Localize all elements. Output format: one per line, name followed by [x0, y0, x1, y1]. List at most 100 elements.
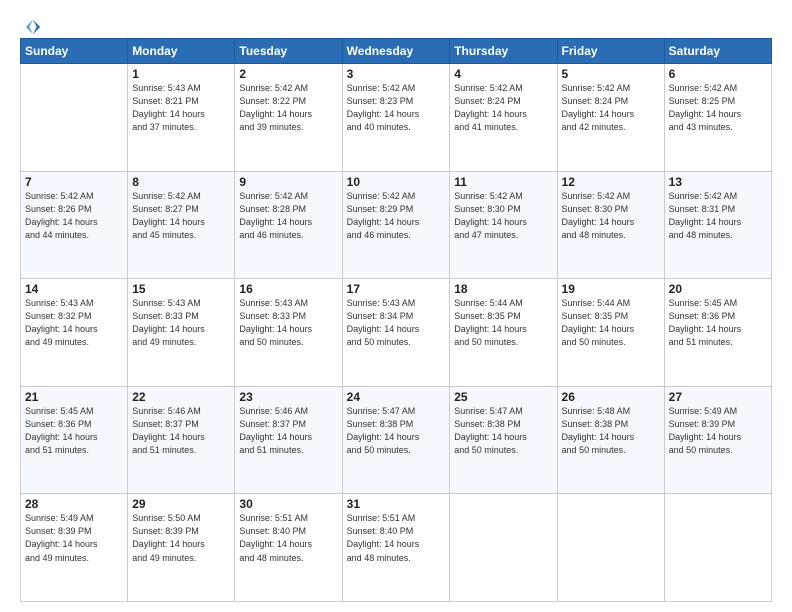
- day-number: 13: [669, 175, 767, 189]
- calendar-cell: 14Sunrise: 5:43 AM Sunset: 8:32 PM Dayli…: [21, 279, 128, 387]
- day-number: 26: [562, 390, 660, 404]
- day-info: Sunrise: 5:44 AM Sunset: 8:35 PM Dayligh…: [454, 297, 552, 349]
- day-info: Sunrise: 5:47 AM Sunset: 8:38 PM Dayligh…: [347, 405, 446, 457]
- day-info: Sunrise: 5:43 AM Sunset: 8:33 PM Dayligh…: [132, 297, 230, 349]
- day-number: 16: [239, 282, 337, 296]
- day-number: 5: [562, 67, 660, 81]
- day-info: Sunrise: 5:43 AM Sunset: 8:32 PM Dayligh…: [25, 297, 123, 349]
- day-info: Sunrise: 5:42 AM Sunset: 8:29 PM Dayligh…: [347, 190, 446, 242]
- day-info: Sunrise: 5:42 AM Sunset: 8:30 PM Dayligh…: [562, 190, 660, 242]
- day-info: Sunrise: 5:43 AM Sunset: 8:33 PM Dayligh…: [239, 297, 337, 349]
- day-info: Sunrise: 5:45 AM Sunset: 8:36 PM Dayligh…: [25, 405, 123, 457]
- header: [20, 18, 772, 32]
- calendar-cell: 4Sunrise: 5:42 AM Sunset: 8:24 PM Daylig…: [450, 64, 557, 172]
- day-number: 18: [454, 282, 552, 296]
- day-info: Sunrise: 5:46 AM Sunset: 8:37 PM Dayligh…: [132, 405, 230, 457]
- calendar-cell: 20Sunrise: 5:45 AM Sunset: 8:36 PM Dayli…: [664, 279, 771, 387]
- calendar-cell: 16Sunrise: 5:43 AM Sunset: 8:33 PM Dayli…: [235, 279, 342, 387]
- day-number: 31: [347, 497, 446, 511]
- calendar-cell: 10Sunrise: 5:42 AM Sunset: 8:29 PM Dayli…: [342, 171, 450, 279]
- calendar-cell: [450, 494, 557, 602]
- day-info: Sunrise: 5:42 AM Sunset: 8:23 PM Dayligh…: [347, 82, 446, 134]
- day-header-sunday: Sunday: [21, 39, 128, 64]
- day-number: 7: [25, 175, 123, 189]
- calendar-cell: [664, 494, 771, 602]
- day-number: 3: [347, 67, 446, 81]
- calendar-cell: 23Sunrise: 5:46 AM Sunset: 8:37 PM Dayli…: [235, 386, 342, 494]
- calendar-cell: 24Sunrise: 5:47 AM Sunset: 8:38 PM Dayli…: [342, 386, 450, 494]
- calendar-cell: [557, 494, 664, 602]
- day-number: 9: [239, 175, 337, 189]
- logo: [20, 18, 42, 32]
- day-number: 8: [132, 175, 230, 189]
- calendar-cell: 26Sunrise: 5:48 AM Sunset: 8:38 PM Dayli…: [557, 386, 664, 494]
- calendar-cell: 5Sunrise: 5:42 AM Sunset: 8:24 PM Daylig…: [557, 64, 664, 172]
- day-info: Sunrise: 5:45 AM Sunset: 8:36 PM Dayligh…: [669, 297, 767, 349]
- day-number: 22: [132, 390, 230, 404]
- calendar-cell: 31Sunrise: 5:51 AM Sunset: 8:40 PM Dayli…: [342, 494, 450, 602]
- day-number: 27: [669, 390, 767, 404]
- day-info: Sunrise: 5:49 AM Sunset: 8:39 PM Dayligh…: [669, 405, 767, 457]
- day-info: Sunrise: 5:42 AM Sunset: 8:30 PM Dayligh…: [454, 190, 552, 242]
- calendar-cell: 28Sunrise: 5:49 AM Sunset: 8:39 PM Dayli…: [21, 494, 128, 602]
- day-info: Sunrise: 5:48 AM Sunset: 8:38 PM Dayligh…: [562, 405, 660, 457]
- day-info: Sunrise: 5:46 AM Sunset: 8:37 PM Dayligh…: [239, 405, 337, 457]
- day-header-tuesday: Tuesday: [235, 39, 342, 64]
- calendar-cell: 17Sunrise: 5:43 AM Sunset: 8:34 PM Dayli…: [342, 279, 450, 387]
- calendar-header-row: SundayMondayTuesdayWednesdayThursdayFrid…: [21, 39, 772, 64]
- calendar-cell: 18Sunrise: 5:44 AM Sunset: 8:35 PM Dayli…: [450, 279, 557, 387]
- day-number: 23: [239, 390, 337, 404]
- day-info: Sunrise: 5:51 AM Sunset: 8:40 PM Dayligh…: [347, 512, 446, 564]
- day-info: Sunrise: 5:49 AM Sunset: 8:39 PM Dayligh…: [25, 512, 123, 564]
- day-number: 28: [25, 497, 123, 511]
- day-number: 25: [454, 390, 552, 404]
- calendar-cell: 25Sunrise: 5:47 AM Sunset: 8:38 PM Dayli…: [450, 386, 557, 494]
- day-number: 30: [239, 497, 337, 511]
- day-number: 24: [347, 390, 446, 404]
- day-number: 6: [669, 67, 767, 81]
- day-info: Sunrise: 5:42 AM Sunset: 8:22 PM Dayligh…: [239, 82, 337, 134]
- day-number: 17: [347, 282, 446, 296]
- calendar-cell: 2Sunrise: 5:42 AM Sunset: 8:22 PM Daylig…: [235, 64, 342, 172]
- day-info: Sunrise: 5:42 AM Sunset: 8:31 PM Dayligh…: [669, 190, 767, 242]
- day-info: Sunrise: 5:42 AM Sunset: 8:28 PM Dayligh…: [239, 190, 337, 242]
- calendar-cell: 27Sunrise: 5:49 AM Sunset: 8:39 PM Dayli…: [664, 386, 771, 494]
- day-info: Sunrise: 5:42 AM Sunset: 8:24 PM Dayligh…: [562, 82, 660, 134]
- calendar-week-row: 7Sunrise: 5:42 AM Sunset: 8:26 PM Daylig…: [21, 171, 772, 279]
- calendar-cell: 12Sunrise: 5:42 AM Sunset: 8:30 PM Dayli…: [557, 171, 664, 279]
- calendar-week-row: 28Sunrise: 5:49 AM Sunset: 8:39 PM Dayli…: [21, 494, 772, 602]
- day-info: Sunrise: 5:51 AM Sunset: 8:40 PM Dayligh…: [239, 512, 337, 564]
- calendar-cell: 22Sunrise: 5:46 AM Sunset: 8:37 PM Dayli…: [128, 386, 235, 494]
- day-info: Sunrise: 5:44 AM Sunset: 8:35 PM Dayligh…: [562, 297, 660, 349]
- calendar-cell: 8Sunrise: 5:42 AM Sunset: 8:27 PM Daylig…: [128, 171, 235, 279]
- calendar-cell: 30Sunrise: 5:51 AM Sunset: 8:40 PM Dayli…: [235, 494, 342, 602]
- calendar-cell: 1Sunrise: 5:43 AM Sunset: 8:21 PM Daylig…: [128, 64, 235, 172]
- day-number: 20: [669, 282, 767, 296]
- day-info: Sunrise: 5:50 AM Sunset: 8:39 PM Dayligh…: [132, 512, 230, 564]
- day-info: Sunrise: 5:42 AM Sunset: 8:24 PM Dayligh…: [454, 82, 552, 134]
- day-number: 2: [239, 67, 337, 81]
- day-number: 1: [132, 67, 230, 81]
- calendar-cell: [21, 64, 128, 172]
- calendar-cell: 9Sunrise: 5:42 AM Sunset: 8:28 PM Daylig…: [235, 171, 342, 279]
- day-number: 19: [562, 282, 660, 296]
- calendar-week-row: 21Sunrise: 5:45 AM Sunset: 8:36 PM Dayli…: [21, 386, 772, 494]
- day-number: 15: [132, 282, 230, 296]
- calendar-cell: 11Sunrise: 5:42 AM Sunset: 8:30 PM Dayli…: [450, 171, 557, 279]
- day-info: Sunrise: 5:42 AM Sunset: 8:25 PM Dayligh…: [669, 82, 767, 134]
- day-number: 21: [25, 390, 123, 404]
- day-info: Sunrise: 5:42 AM Sunset: 8:26 PM Dayligh…: [25, 190, 123, 242]
- day-info: Sunrise: 5:43 AM Sunset: 8:34 PM Dayligh…: [347, 297, 446, 349]
- day-number: 4: [454, 67, 552, 81]
- day-header-wednesday: Wednesday: [342, 39, 450, 64]
- calendar-cell: 3Sunrise: 5:42 AM Sunset: 8:23 PM Daylig…: [342, 64, 450, 172]
- calendar-cell: 13Sunrise: 5:42 AM Sunset: 8:31 PM Dayli…: [664, 171, 771, 279]
- day-header-saturday: Saturday: [664, 39, 771, 64]
- calendar-cell: 7Sunrise: 5:42 AM Sunset: 8:26 PM Daylig…: [21, 171, 128, 279]
- day-info: Sunrise: 5:42 AM Sunset: 8:27 PM Dayligh…: [132, 190, 230, 242]
- day-number: 10: [347, 175, 446, 189]
- calendar-cell: 15Sunrise: 5:43 AM Sunset: 8:33 PM Dayli…: [128, 279, 235, 387]
- day-number: 29: [132, 497, 230, 511]
- calendar-week-row: 1Sunrise: 5:43 AM Sunset: 8:21 PM Daylig…: [21, 64, 772, 172]
- day-number: 11: [454, 175, 552, 189]
